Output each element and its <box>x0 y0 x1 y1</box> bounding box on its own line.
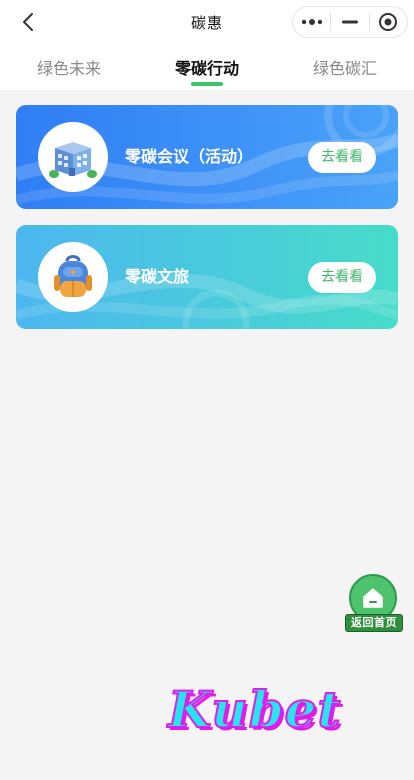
backpack-icon <box>38 242 108 312</box>
tab-zero-carbon-action[interactable]: 零碳行动 <box>138 44 276 90</box>
back-to-home-button[interactable]: 返回首页 <box>345 574 403 634</box>
mini-program-capsule <box>292 6 408 38</box>
card-zero-carbon-meeting[interactable]: 零碳会议（活动） 去看看 <box>16 105 398 209</box>
tab-green-carbon-sink[interactable]: 绿色碳汇 <box>276 44 414 90</box>
tab-label: 绿色碳汇 <box>312 59 377 78</box>
kubet-watermark: Kubet <box>167 679 342 740</box>
view-button[interactable]: 去看看 <box>308 262 376 293</box>
tab-label: 零碳行动 <box>174 59 239 78</box>
active-tab-indicator <box>191 82 223 86</box>
close-program-button[interactable] <box>370 7 407 37</box>
target-circle-icon <box>379 13 398 31</box>
tab-bar: 绿色未来 零碳行动 绿色碳汇 <box>0 44 414 90</box>
home-icon <box>363 588 383 608</box>
view-button[interactable]: 去看看 <box>308 142 376 173</box>
more-dots-icon <box>301 19 322 25</box>
top-navigation-bar: 碳惠 <box>0 0 414 44</box>
tab-green-future[interactable]: 绿色未来 <box>0 44 138 90</box>
minimize-button[interactable] <box>331 7 368 37</box>
tab-label: 绿色未来 <box>36 59 101 78</box>
card-zero-carbon-tourism[interactable]: 零碳文旅 去看看 <box>16 225 398 329</box>
home-button-label: 返回首页 <box>345 614 403 632</box>
card-title: 零碳会议（活动） <box>125 147 254 166</box>
building-icon <box>38 122 108 192</box>
more-menu-button[interactable] <box>293 7 330 37</box>
card-title: 零碳文旅 <box>125 267 190 286</box>
minus-icon <box>341 20 358 24</box>
